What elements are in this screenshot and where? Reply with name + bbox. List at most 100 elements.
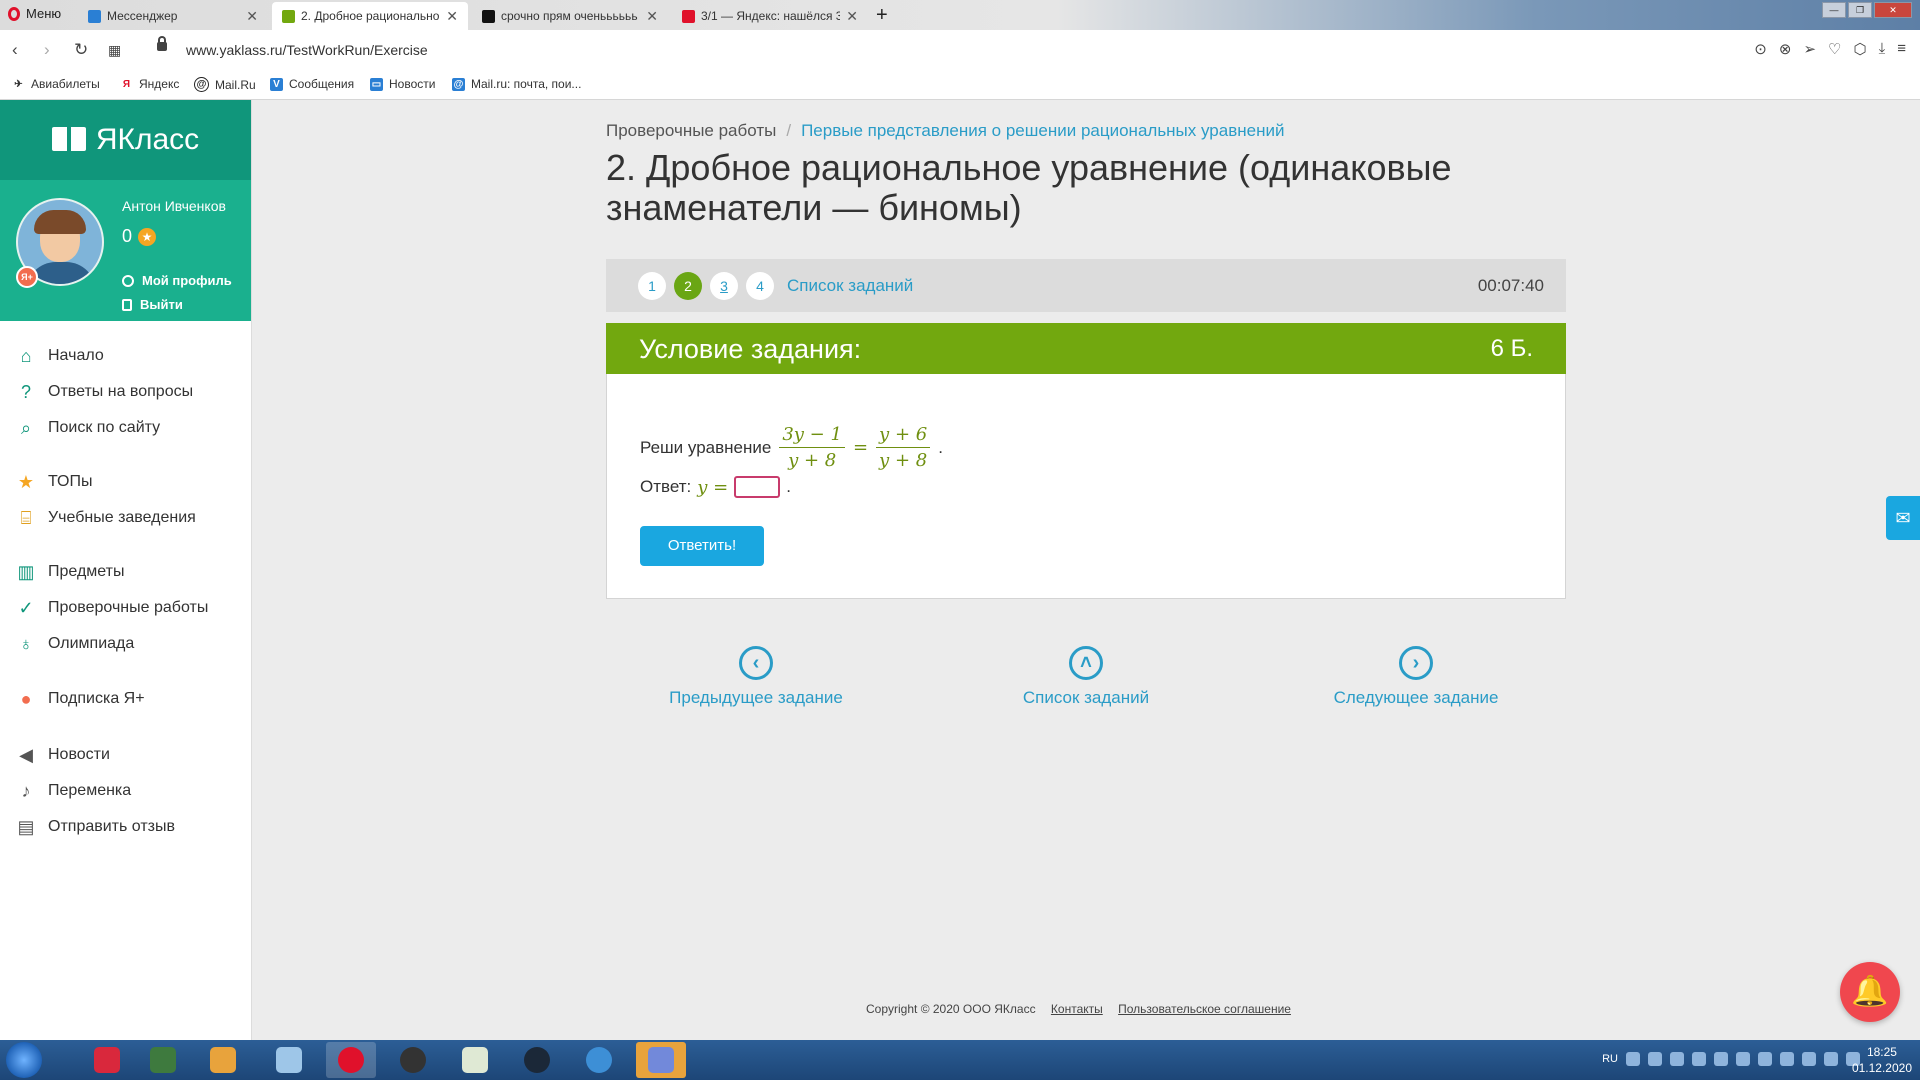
help-icon[interactable] <box>1626 1052 1640 1066</box>
new-tab-button[interactable]: + <box>876 4 888 27</box>
institution-icon: ⌸ <box>20 507 32 528</box>
taskbar-app-notes[interactable] <box>450 1042 500 1078</box>
mailru-icon: @ <box>194 77 209 92</box>
taskbar-app-terminal[interactable] <box>138 1042 188 1078</box>
tray-app-icon[interactable] <box>1736 1052 1750 1066</box>
close-tab-icon[interactable]: ✕ <box>246 8 258 25</box>
tab-question[interactable]: срочно прям оченьььььь ✕ <box>472 2 668 30</box>
tab-title: Мессенджер <box>107 9 178 23</box>
taskbar-app-media[interactable] <box>198 1042 248 1078</box>
logo-text: ЯКласс <box>95 123 200 156</box>
submit-answer-button[interactable]: Ответить! <box>640 526 764 566</box>
sidebar-item-feedback[interactable]: ▤ Отправить отзыв <box>16 817 175 837</box>
reload-icon[interactable]: ↻ <box>74 40 88 60</box>
taskbar-app-explorer[interactable] <box>264 1042 314 1078</box>
sidebar-item-institutions[interactable]: ⌸ Учебные заведения <box>16 508 196 528</box>
clock[interactable]: 18:25 01.12.2020 <box>1852 1044 1912 1076</box>
step-2[interactable]: 2 <box>674 272 702 300</box>
language-indicator[interactable]: RU <box>1602 1053 1618 1065</box>
breadcrumb-root[interactable]: Проверочные работы <box>606 121 776 140</box>
bookmark-mailru-mail[interactable]: @ Mail.ru: почта, пои... <box>452 77 581 91</box>
close-tab-icon[interactable]: ✕ <box>846 8 858 25</box>
bookmark-label: Сообщения <box>289 77 355 91</box>
agreement-link[interactable]: Пользовательское соглашение <box>1118 1002 1291 1016</box>
step-3[interactable]: 3 <box>710 272 738 300</box>
tasks-list-link[interactable]: Список заданий <box>787 276 913 296</box>
bookmark-mailru[interactable]: @ Mail.Ru <box>194 77 256 92</box>
tray-app-icon[interactable] <box>1670 1052 1684 1066</box>
next-task-label: Следующее задание <box>1333 688 1499 707</box>
start-button[interactable] <box>6 1042 42 1078</box>
step-1[interactable]: 1 <box>638 272 666 300</box>
tray-app-icon[interactable] <box>1648 1052 1662 1066</box>
sidebar-item-search[interactable]: ⌕ Поиск по сайту <box>16 418 160 438</box>
url-field[interactable]: www.yaklass.ru/TestWorkRun/Exercise <box>186 42 428 58</box>
sidebar-item-olympiad[interactable]: ♁ Олимпиада <box>16 634 134 654</box>
back-icon[interactable]: ‹ <box>12 40 18 60</box>
cube-icon[interactable]: ⬡ <box>1853 40 1866 58</box>
avatar-hair <box>34 210 86 234</box>
terminal-icon <box>150 1047 176 1073</box>
sidebar-item-home[interactable]: ⌂ Начало <box>16 346 104 366</box>
previous-task-link[interactable]: ‹ Предыдущее задание <box>646 646 866 708</box>
close-tab-icon[interactable]: ✕ <box>446 8 458 25</box>
sidebar-item-break[interactable]: ♪ Переменка <box>16 781 132 801</box>
taskbar-app-obs[interactable] <box>388 1042 438 1078</box>
url-host: www.yaklass.ru <box>186 42 283 58</box>
close-window-button[interactable]: ✕ <box>1874 2 1912 18</box>
tab-yaklass[interactable]: 2. Дробное рациональное ✕ <box>272 2 468 30</box>
heart-icon[interactable]: ♡ <box>1828 40 1841 58</box>
adblock-icon[interactable]: ⊗ <box>1779 40 1792 58</box>
task-list-nav-link[interactable]: ˄ Список заданий <box>976 646 1196 708</box>
network-icon[interactable] <box>1824 1052 1838 1066</box>
check-icon: ✓ <box>18 597 34 618</box>
minimize-button[interactable]: — <box>1822 2 1846 18</box>
taskbar-app-kaspersky[interactable] <box>82 1042 132 1078</box>
taskbar-app-discord[interactable] <box>636 1042 686 1078</box>
notification-bell-icon[interactable]: 🔔 <box>1840 962 1900 1022</box>
tray-app-icon[interactable] <box>1692 1052 1706 1066</box>
send-icon[interactable]: ➢ <box>1803 40 1816 58</box>
menu-lines-icon[interactable]: ≡ <box>1897 40 1906 58</box>
speed-dial-icon[interactable]: ▦ <box>108 42 121 59</box>
tray-app-icon[interactable] <box>1802 1052 1816 1066</box>
sidebar-item-subjects[interactable]: ▥ Предметы <box>16 562 124 582</box>
tab-messenger[interactable]: Мессенджер ✕ <box>78 2 268 30</box>
logout-link-label: Выйти <box>140 297 183 312</box>
bookmark-news[interactable]: ▭ Новости <box>370 77 435 91</box>
forward-icon[interactable]: › <box>44 40 50 60</box>
sidebar-item-answers[interactable]: ? Ответы на вопросы <box>16 382 193 402</box>
opera-menu-button[interactable]: Меню <box>8 6 61 21</box>
bookmark-vk-messages[interactable]: V Сообщения <box>270 77 354 91</box>
my-profile-link[interactable]: Мой профиль <box>122 273 232 288</box>
feedback-mail-icon[interactable]: ✉ <box>1886 496 1920 540</box>
camera-icon[interactable]: ⊙ <box>1754 40 1767 58</box>
sidebar-item-label: Отправить отзыв <box>48 818 175 835</box>
maximize-button[interactable]: ❐ <box>1848 2 1872 18</box>
taskbar-app-steam[interactable] <box>512 1042 562 1078</box>
yaklass-logo[interactable]: ЯКласс <box>0 100 251 180</box>
answer-input[interactable] <box>734 476 781 498</box>
yandex-icon: Я <box>122 78 131 90</box>
step-4[interactable]: 4 <box>746 272 774 300</box>
tab-yandex[interactable]: 3/1 — Яндекс: нашёлся 3 ✕ <box>672 2 868 30</box>
contacts-link[interactable]: Контакты <box>1051 1002 1103 1016</box>
logout-link[interactable]: Выйти <box>122 297 183 312</box>
taskbar-app-opera[interactable] <box>326 1042 376 1078</box>
close-tab-icon[interactable]: ✕ <box>646 8 658 25</box>
sidebar-item-subscription[interactable]: ● Подписка Я+ <box>16 689 145 709</box>
bookmark-yandex[interactable]: Я Яндекс <box>120 77 179 91</box>
tray-app-icon[interactable] <box>1780 1052 1794 1066</box>
download-icon[interactable]: ⤓ <box>1879 40 1886 58</box>
timer: 00:07:40 <box>1477 276 1544 295</box>
tray-app-icon[interactable] <box>1714 1052 1728 1066</box>
sidebar-item-tops[interactable]: ★ ТОПы <box>16 472 93 492</box>
sidebar-item-news[interactable]: ◀ Новости <box>16 745 110 765</box>
taskbar-app-browser[interactable] <box>574 1042 624 1078</box>
sidebar-item-tests[interactable]: ✓ Проверочные работы <box>16 598 208 618</box>
breadcrumb-current[interactable]: Первые представления о решении рациональ… <box>801 121 1284 140</box>
next-task-link[interactable]: › Следующее задание <box>1306 646 1526 708</box>
tray-app-icon[interactable] <box>1758 1052 1772 1066</box>
window-controls: — ❐ ✕ <box>1822 2 1912 18</box>
bookmark-aviabilety[interactable]: ✈ Авиабилеты <box>12 77 99 91</box>
